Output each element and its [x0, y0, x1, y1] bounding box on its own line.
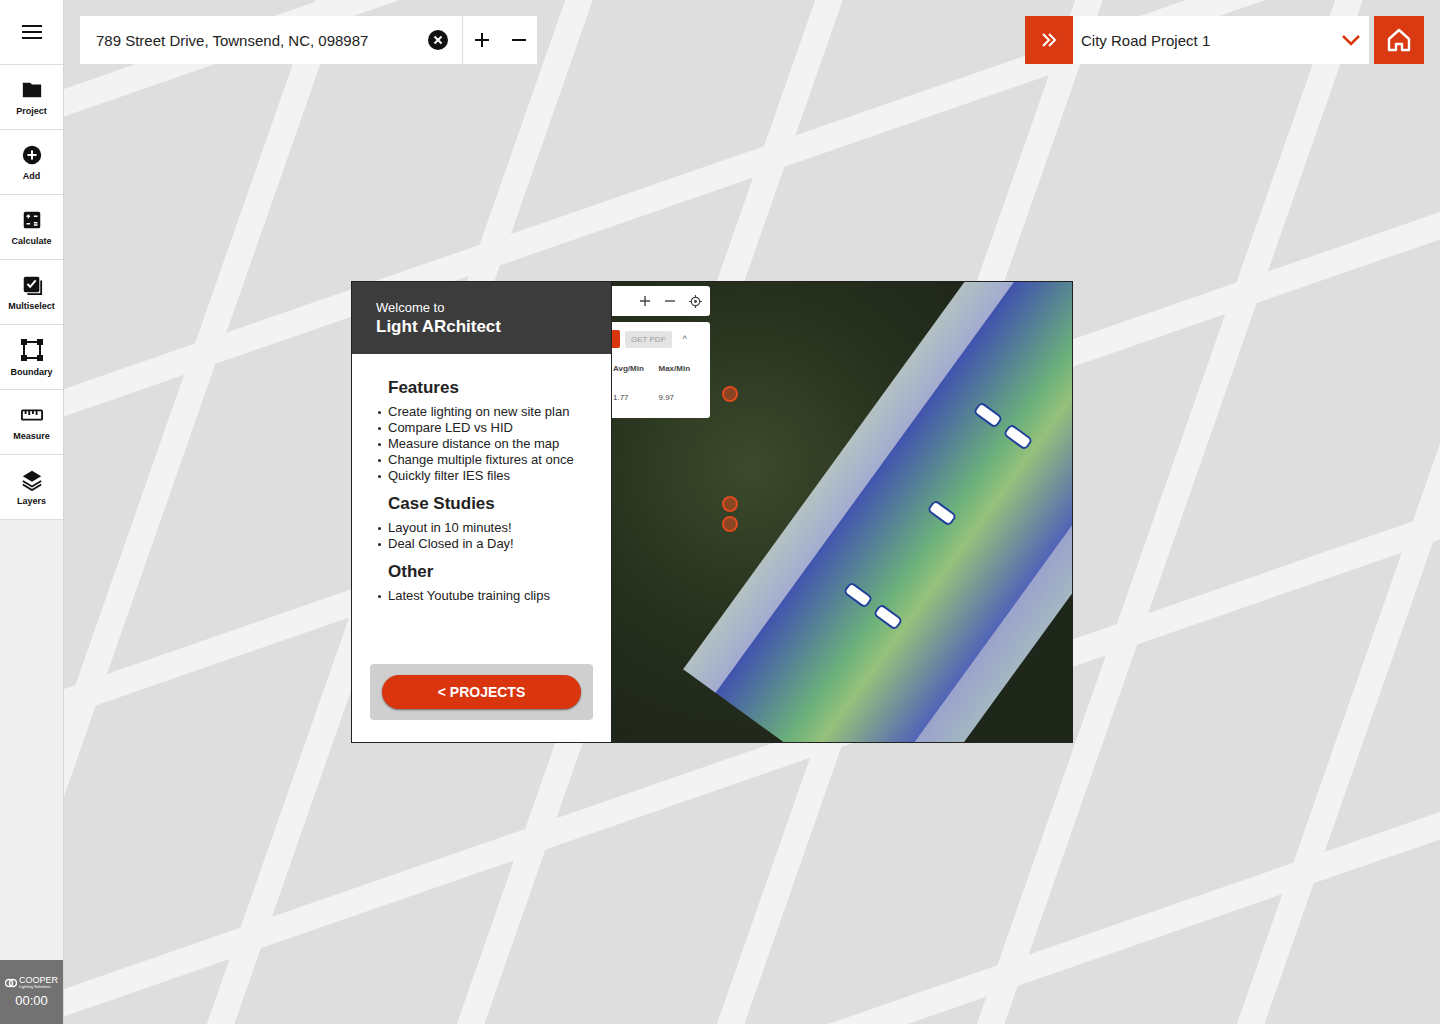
sidebar-item[interactable]: Project [0, 65, 63, 130]
brand-footer: COOPERLighting Solutions 00:00 [0, 960, 63, 1024]
marker-icon [722, 516, 738, 532]
sidebar-item[interactable]: Multiselect [0, 260, 63, 325]
marker-icon [722, 386, 738, 402]
layers-icon [21, 469, 43, 491]
logo-icon [5, 978, 17, 988]
plus-icon [474, 32, 490, 48]
welcome-panel: Welcome toLight ARchitect FeaturesCreate … [352, 282, 612, 742]
info-link[interactable]: Layout in 10 minutes! [388, 520, 603, 536]
preview-stats-panel: GET PDF^Avg/MinMax/Min1.779.97 [612, 322, 710, 418]
folder-icon [21, 79, 43, 101]
sidebar-item[interactable]: Calculate [0, 195, 63, 260]
sidebar: ProjectAddCalculateMultiselectBoundaryMe… [0, 0, 64, 1024]
timer: 00:00 [15, 993, 48, 1008]
minus-icon [664, 295, 676, 307]
address-field[interactable]: 789 Street Drive, Townsend, NC, 098987 [80, 16, 463, 64]
project-bar: City Road Project 1 [1025, 16, 1424, 64]
clear-icon[interactable] [428, 30, 448, 50]
address-search: 789 Street Drive, Townsend, NC, 098987 [80, 16, 537, 64]
project-dropdown[interactable]: City Road Project 1 [1073, 16, 1369, 64]
info-section: OtherLatest Youtube training clips [352, 562, 611, 604]
info-section: FeaturesCreate lighting on new site plan… [352, 378, 611, 484]
info-link[interactable]: Create lighting on new site plan [388, 404, 603, 420]
info-link[interactable]: Deal Closed in a Day! [388, 536, 603, 552]
home-button[interactable] [1374, 16, 1424, 64]
preview-toolbar [612, 286, 710, 316]
sidebar-item[interactable]: Layers [0, 455, 63, 520]
cooper-logo: COOPERLighting Solutions [5, 976, 58, 989]
zoom-out-button[interactable] [500, 16, 537, 64]
checkbox-icon [21, 274, 43, 296]
info-link[interactable]: Change multiple fixtures at once [388, 452, 603, 468]
sidebar-item[interactable]: Measure [0, 390, 63, 455]
boundary-icon [20, 338, 44, 362]
minus-icon [511, 32, 527, 48]
map-area[interactable]: 789 Street Drive, Townsend, NC, 098987 Ci… [64, 0, 1440, 1024]
info-link[interactable]: Latest Youtube training clips [388, 588, 603, 604]
chevrons-icon [1041, 33, 1057, 47]
plus-icon [639, 295, 651, 307]
app: ProjectAddCalculateMultiselectBoundaryMe… [0, 0, 1440, 1024]
chevron-down-icon [1341, 34, 1361, 46]
menu-button[interactable] [0, 0, 63, 65]
hamburger-icon [22, 24, 42, 40]
calculator-icon [21, 209, 43, 231]
welcome-header: Welcome toLight ARchitect [352, 282, 611, 354]
info-link[interactable]: Measure distance on the map [388, 436, 603, 452]
preview-screenshot: GET PDF^Avg/MinMax/Min1.779.97 [612, 282, 1072, 742]
welcome-dialog: Welcome toLight ARchitect FeaturesCreate … [351, 281, 1073, 743]
zoom-in-button[interactable] [463, 16, 500, 64]
info-section: Case StudiesLayout in 10 minutes!Deal Cl… [352, 494, 611, 552]
marker-icon [722, 496, 738, 512]
ruler-icon [20, 404, 44, 426]
expand-button[interactable] [1025, 16, 1073, 64]
info-link[interactable]: Quickly filter IES files [388, 468, 603, 484]
locate-icon [689, 295, 702, 308]
home-icon [1386, 27, 1412, 53]
projects-button[interactable]: < PROJECTS [382, 675, 581, 709]
sidebar-item[interactable]: Add [0, 130, 63, 195]
sidebar-item[interactable]: Boundary [0, 325, 63, 390]
add-icon [21, 144, 43, 166]
info-link[interactable]: Compare LED vs HID [388, 420, 603, 436]
